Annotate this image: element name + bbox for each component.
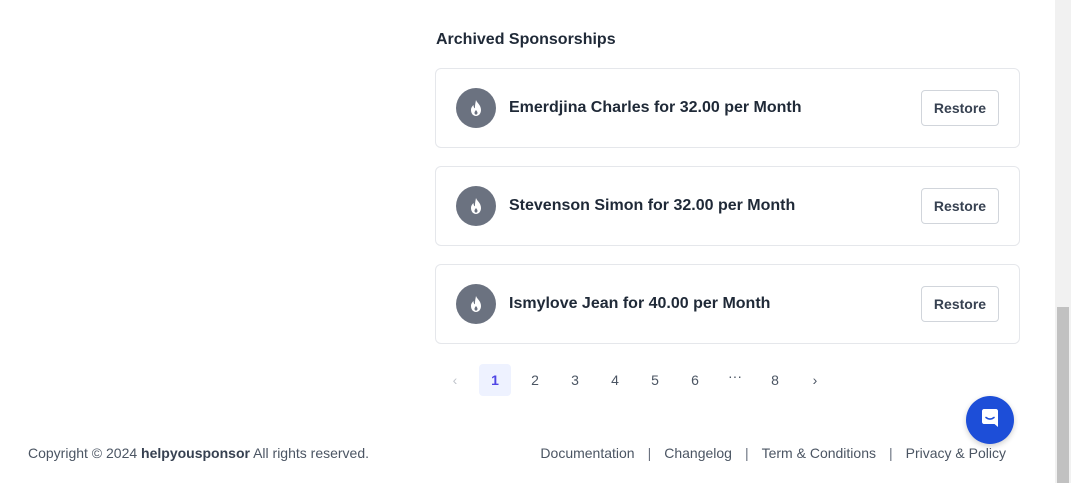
page-scrollbar[interactable] [1055, 0, 1071, 483]
footer-separator: | [744, 445, 749, 461]
privacy-link[interactable]: Privacy & Policy [906, 445, 1006, 461]
chat-icon [978, 406, 1002, 435]
footer-links: Documentation | Changelog | Term & Condi… [540, 445, 1006, 461]
sponsorship-label: Emerdjina Charles for 32.00 per Month [509, 99, 802, 116]
section-title: Archived Sponsorships [436, 31, 616, 48]
page-button-8[interactable]: 8 [759, 364, 791, 396]
sponsorship-label: Stevenson Simon for 32.00 per Month [509, 197, 796, 214]
sponsorship-card: Ismylove Jean for 40.00 per Month Restor… [435, 264, 1020, 344]
page-button-1[interactable]: 1 [479, 364, 511, 396]
scrollbar-thumb[interactable] [1057, 307, 1069, 483]
page-button-6[interactable]: 6 [679, 364, 711, 396]
flame-icon [456, 284, 496, 324]
restore-button[interactable]: Restore [921, 90, 999, 126]
footer-separator: | [889, 445, 893, 461]
page-button-2[interactable]: 2 [519, 364, 551, 396]
flame-icon [456, 88, 496, 128]
pagination-ellipsis[interactable]: ··· [719, 360, 751, 392]
page-button-3[interactable]: 3 [559, 364, 591, 396]
changelog-link[interactable]: Changelog [664, 445, 732, 461]
restore-button[interactable]: Restore [921, 188, 999, 224]
restore-button[interactable]: Restore [921, 286, 999, 322]
sponsorship-label: Ismylove Jean for 40.00 per Month [509, 295, 771, 312]
copyright-prefix: Copyright © 2024 [28, 445, 138, 461]
page-button-5[interactable]: 5 [639, 364, 671, 396]
next-page-button[interactable]: › [799, 364, 831, 396]
page-content: Archived Sponsorships Emerdjina Charles … [0, 0, 1055, 483]
documentation-link[interactable]: Documentation [540, 445, 634, 461]
page-button-4[interactable]: 4 [599, 364, 631, 396]
brand-name: helpyousponsor [141, 445, 250, 461]
footer-separator: | [647, 445, 652, 461]
sponsorship-card: Emerdjina Charles for 32.00 per Month Re… [435, 68, 1020, 148]
flame-icon [456, 186, 496, 226]
sponsorship-card: Stevenson Simon for 32.00 per Month Rest… [435, 166, 1020, 246]
terms-link[interactable]: Term & Conditions [762, 445, 876, 461]
copyright-suffix: All rights reserved. [253, 445, 370, 461]
prev-page-button[interactable]: ‹ [439, 364, 471, 396]
footer-copyright: Copyright © 2024 helpyousponsor All righ… [28, 445, 369, 461]
chat-launcher-button[interactable] [966, 396, 1014, 444]
